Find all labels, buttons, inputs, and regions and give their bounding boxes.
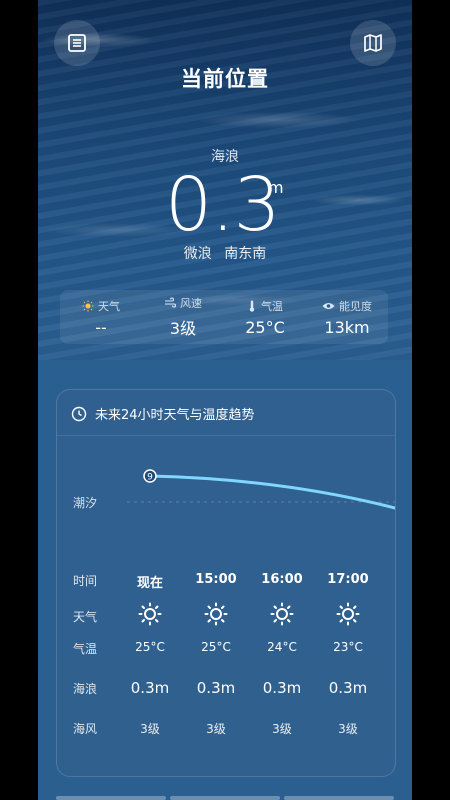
- stat-label: 能见度: [339, 299, 372, 313]
- forecast-time: 17:00: [327, 572, 369, 587]
- stat-label: 风速: [180, 297, 202, 310]
- forecast-temp: 25°C: [201, 640, 231, 654]
- forecast-panel: 未来24小时天气与温度趋势 9 潮汐 时间 天气 气温 海浪 海风 现在 25°…: [56, 389, 396, 777]
- bottom-tab[interactable]: [284, 796, 394, 800]
- forecast-wind: 3级: [338, 722, 358, 736]
- forecast-weather: [183, 602, 249, 629]
- eye-icon: [322, 302, 335, 309]
- stat-value: --: [95, 317, 107, 337]
- stat-visibility: 能见度 13km: [306, 290, 388, 344]
- row-label-weather: 天气: [73, 610, 98, 624]
- tide-curve: [148, 474, 395, 510]
- sun-icon: [138, 602, 162, 626]
- sun-icon: [204, 602, 228, 626]
- wave-height-unit: m: [268, 178, 284, 197]
- bottom-tab[interactable]: [170, 796, 280, 800]
- list-icon: [68, 34, 86, 52]
- forecast-time: 16:00: [261, 572, 303, 587]
- app-screen: 当前位置 海浪 0.3 m 微浪 南东南 天气 -- 风速 3级 气温 25°C…: [38, 0, 412, 800]
- forecast-weather: [315, 602, 381, 629]
- row-label-wave: 海浪: [73, 682, 98, 696]
- row-label-time: 时间: [73, 574, 98, 588]
- wind-icon: [165, 297, 176, 308]
- list-button[interactable]: [54, 20, 100, 66]
- sun-icon: [336, 602, 360, 626]
- forecast-wind: 3级: [272, 722, 292, 736]
- page-title: 当前位置: [181, 67, 269, 91]
- tide-marker-label: 9: [147, 473, 153, 483]
- sun-icon: [82, 300, 94, 311]
- forecast-temp: 23°C: [333, 640, 363, 654]
- forecast-wave: 0.3m: [196, 679, 236, 697]
- stat-label: 天气: [98, 299, 120, 313]
- stat-weather: 天气 --: [60, 290, 142, 344]
- wave-direction: 南东南: [224, 246, 267, 262]
- forecast-temp: 25°C: [135, 640, 165, 654]
- tide-label: 潮汐: [73, 496, 98, 510]
- forecast-time: 现在: [136, 576, 163, 591]
- forecast-wave: 0.3m: [328, 679, 368, 697]
- bottom-tab-strip: [56, 796, 394, 800]
- bottom-tab[interactable]: [56, 796, 166, 800]
- sun-icon: [270, 602, 294, 626]
- row-label-temp: 气温: [73, 642, 98, 656]
- wave-description: 微浪 南东南: [38, 243, 412, 263]
- tide-chart: 9: [127, 469, 395, 510]
- clock-icon: [71, 406, 87, 421]
- stat-value: 3级: [169, 319, 197, 338]
- wave-height-value: 0.3: [165, 162, 281, 248]
- current-stats-bar: 天气 -- 风速 3级 气温 25°C 能见度 13km: [60, 290, 388, 344]
- forecast-wave: 0.3m: [130, 679, 170, 697]
- forecast-wind: 3级: [206, 722, 226, 736]
- map-icon: [364, 34, 382, 52]
- forecast-weather: [117, 602, 183, 629]
- stat-value: 13km: [324, 317, 370, 337]
- divider: [57, 435, 395, 436]
- stat-value: 25°C: [245, 317, 285, 337]
- stat-wind: 风速 3级: [142, 290, 224, 344]
- forecast-title: 未来24小时天气与温度趋势: [95, 408, 255, 423]
- stat-label: 气温: [261, 299, 283, 313]
- forecast-temp: 24°C: [267, 640, 297, 654]
- forecast-header: 未来24小时天气与温度趋势: [71, 404, 255, 423]
- thermometer-icon: [249, 300, 255, 312]
- map-button[interactable]: [350, 20, 396, 66]
- forecast-wind: 3级: [140, 722, 160, 736]
- forecast-wave: 0.3m: [262, 679, 302, 697]
- stat-temperature: 气温 25°C: [224, 290, 306, 344]
- wave-level: 微浪: [183, 246, 212, 262]
- forecast-time: 15:00: [195, 572, 237, 587]
- forecast-weather: [249, 602, 315, 629]
- row-label-wind: 海风: [73, 722, 98, 736]
